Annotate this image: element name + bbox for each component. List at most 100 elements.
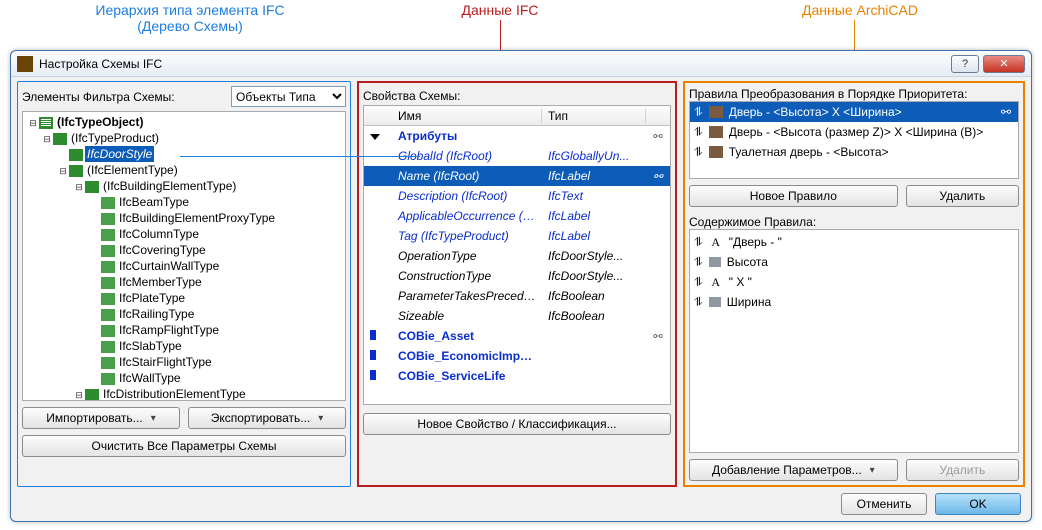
tree-label: (IfcElementType) [85,162,180,178]
door-icon [709,126,723,138]
tree-icon [101,357,115,369]
property-row[interactable]: GlobalId (IfcRoot)IfcGloballyUn... [364,146,670,166]
annotation-archicad-data: Данные ArchiCAD [760,2,960,18]
middle-pane: Свойства Схемы: Имя Тип Атрибуты⚯GlobalI… [357,81,677,487]
rule-content-label: Содержимое Правила: [689,215,1019,229]
property-row[interactable]: ApplicableOccurrence (IfcTyp...IfcLabel [364,206,670,226]
rule-row[interactable]: ⥮Дверь - <Высота (размер Z)> X <Ширина (… [690,122,1018,142]
window-title: Настройка Схемы IFC [39,57,951,71]
tree-node[interactable]: ⊟(IfcElementType) [23,162,345,178]
tree-node[interactable]: ⊟IfcDistributionElementType [23,386,345,401]
property-row[interactable]: COBie_Asset⚯ [364,326,670,346]
tree-icon [101,309,115,321]
drag-handle-icon[interactable]: ⥮ [694,105,703,120]
property-row[interactable]: OperationTypeIfcDoorStyle... [364,246,670,266]
tree-icon [39,117,53,129]
tree-label: IfcStairFlightType [117,354,214,370]
tree-node[interactable]: IfcCurtainWallType [23,258,345,274]
tree-node[interactable]: IfcMemberType [23,274,345,290]
tree-node[interactable]: IfcStairFlightType [23,354,345,370]
delete-rule-button[interactable]: Удалить [906,185,1019,207]
export-button[interactable]: Экспортировать... [188,407,346,429]
tree-node[interactable]: IfcBuildingElementProxyType [23,210,345,226]
rules-list[interactable]: ⥮Дверь - <Высота> X <Ширина>⚯⥮Дверь - <В… [689,101,1019,179]
rule-row[interactable]: ⥮Дверь - <Высота> X <Ширина>⚯ [690,102,1018,122]
text-icon: A [709,235,723,250]
rules-label: Правила Преобразования в Порядке Приорит… [689,87,1019,101]
tree-label: IfcCurtainWallType [117,258,221,274]
property-row[interactable]: COBie_ServiceLife [364,366,670,386]
property-row[interactable]: Description (IfcRoot)IfcText [364,186,670,206]
tree-icon [101,245,115,257]
rule-content-row[interactable]: ⥮Высота [690,252,1018,272]
property-row[interactable]: Атрибуты⚯ [364,126,670,146]
tree-icon [101,213,115,225]
property-row[interactable]: ConstructionTypeIfcDoorStyle... [364,266,670,286]
property-row[interactable]: ParameterTakesPrecedenceIfcBoolean [364,286,670,306]
tree-label: (IfcTypeProduct) [69,130,161,146]
property-row[interactable]: COBie_EconomicImpactVa... [364,346,670,366]
property-row[interactable]: Name (IfcRoot)IfcLabel⚯ [364,166,670,186]
tree-label: IfcRailingType [117,306,196,322]
drag-handle-icon[interactable]: ⥮ [694,125,703,140]
tree-label: IfcDistributionElementType [101,386,248,401]
tree-icon [69,165,83,177]
clear-all-button[interactable]: Очистить Все Параметры Схемы [22,435,346,457]
property-row[interactable]: Tag (IfcTypeProduct)IfcLabel [364,226,670,246]
tree-node[interactable]: ⊟(IfcBuildingElementType) [23,178,345,194]
tree-node[interactable]: IfcColumnType [23,226,345,242]
door-icon [709,106,723,118]
close-button[interactable]: ✕ [983,55,1025,73]
titlebar[interactable]: Настройка Схемы IFC ? ✕ [11,51,1031,77]
ok-button[interactable]: OK [935,493,1021,515]
tree-node[interactable]: IfcCoveringType [23,242,345,258]
cancel-button[interactable]: Отменить [841,493,927,515]
tree-node[interactable]: IfcRampFlightType [23,322,345,338]
tree-node[interactable]: IfcPlateType [23,290,345,306]
schema-props-label: Свойства Схемы: [363,87,671,105]
property-row[interactable]: SizeableIfcBoolean [364,306,670,326]
tree-node[interactable]: ⊟(IfcTypeProduct) [23,130,345,146]
tree-node[interactable]: IfcSlabType [23,338,345,354]
new-rule-button[interactable]: Новое Правило [689,185,898,207]
drag-handle-icon[interactable]: ⥮ [694,145,703,160]
add-params-button[interactable]: Добавление Параметров... [689,459,898,481]
schema-props-header: Имя Тип [364,106,670,126]
rule-content-list[interactable]: ⥮A"Дверь - "⥮Высота⥮A" X "⥮Ширина [689,229,1019,453]
left-pane: Элементы Фильтра Схемы: Объекты Типа ⊟(I… [17,81,351,487]
tree-icon [69,149,83,161]
tree-node[interactable]: IfcBeamType [23,194,345,210]
tree-icon [101,325,115,337]
tree-label: (IfcTypeObject) [55,114,145,130]
dialog-window: Настройка Схемы IFC ? ✕ Элементы Фильтра… [10,50,1032,522]
tree-node[interactable]: IfcWallType [23,370,345,386]
tree-node[interactable]: IfcRailingType [23,306,345,322]
tree-label: IfcRampFlightType [117,322,221,338]
rule-content-row[interactable]: ⥮A"Дверь - " [690,232,1018,252]
rule-row[interactable]: ⥮Туалетная дверь - <Высота> [690,142,1018,162]
tree-label: IfcSlabType [117,338,184,354]
tree-label: IfcMemberType [117,274,204,290]
schema-tree[interactable]: ⊟(IfcTypeObject)⊟(IfcTypeProduct)IfcDoor… [22,111,346,401]
schema-props-list[interactable]: Имя Тип Атрибуты⚯GlobalId (IfcRoot)IfcGl… [363,105,671,405]
tree-icon [101,261,115,273]
tree-icon [101,277,115,289]
new-property-button[interactable]: Новое Свойство / Классификация... [363,413,671,435]
tree-icon [53,133,67,145]
delete-param-button[interactable]: Удалить [906,459,1019,481]
tree-label: IfcWallType [117,370,183,386]
annotation-ifc-data: Данные IFC [400,2,600,18]
tree-icon [101,229,115,241]
tree-icon [85,181,99,193]
rule-content-row[interactable]: ⥮Ширина [690,292,1018,312]
tree-node[interactable]: IfcDoorStyle [23,146,345,162]
tree-label: (IfcBuildingElementType) [101,178,238,194]
tree-node[interactable]: ⊟(IfcTypeObject) [23,114,345,130]
rule-content-row[interactable]: ⥮A" X " [690,272,1018,292]
import-button[interactable]: Импортировать... [22,407,180,429]
help-button[interactable]: ? [951,55,979,73]
filter-dropdown[interactable]: Объекты Типа [231,86,346,107]
param-icon [709,297,721,307]
tree-icon [101,197,115,209]
tree-label: IfcColumnType [117,226,201,242]
